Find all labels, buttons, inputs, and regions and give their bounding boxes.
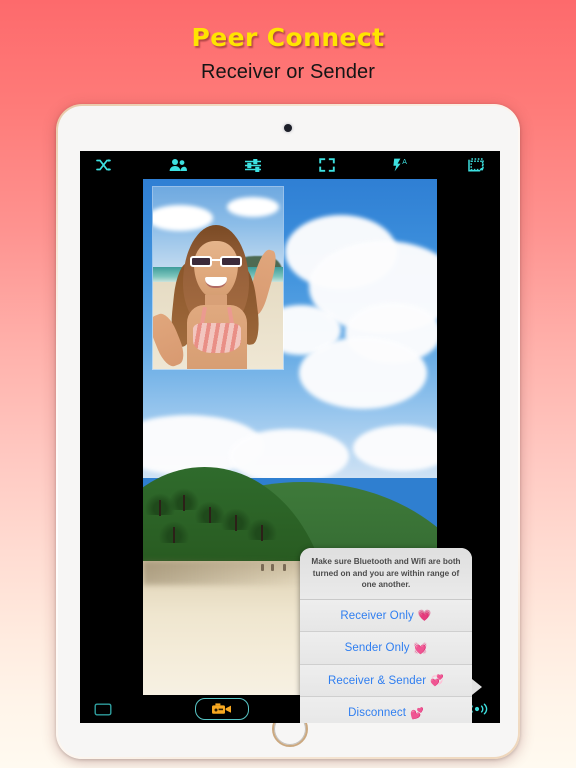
top-toolbar: A: [80, 151, 500, 179]
sliders-icon[interactable]: [241, 155, 265, 175]
sunglasses-icon: [190, 255, 242, 268]
svg-text:A: A: [402, 159, 407, 166]
hearts-revolving-icon: 💞: [430, 675, 445, 688]
tablet-device-frame: A Make sure Bluetooth and Wifi are both …: [56, 104, 520, 759]
camcorder-button[interactable]: [195, 698, 250, 720]
action-sheet-item-label: Receiver Only: [340, 609, 414, 622]
crop-select-icon[interactable]: [464, 155, 488, 175]
action-sheet-item-receiver-only[interactable]: Receiver Only 💗: [300, 599, 472, 633]
flash-auto-icon[interactable]: A: [390, 155, 414, 175]
heart-growing-icon: 💗: [417, 610, 432, 623]
people-icon[interactable]: [166, 155, 190, 175]
shuffle-icon[interactable]: [92, 155, 116, 175]
photo-frame-icon[interactable]: [92, 699, 114, 719]
person-subject: [153, 219, 280, 369]
tablet-bezel: A Make sure Bluetooth and Wifi are both …: [58, 106, 518, 757]
page-title: Peer Connect: [191, 23, 385, 52]
action-sheet-item-label: Receiver & Sender: [327, 674, 427, 687]
page-subtitle: Receiver or Sender: [200, 60, 376, 83]
action-sheet-item-label: Disconnect: [348, 707, 407, 720]
action-sheet-item-receiver-and-sender[interactable]: Receiver & Sender 💞: [300, 664, 472, 698]
app-screen: A Make sure Bluetooth and Wifi are both …: [80, 151, 500, 723]
action-sheet-header: Make sure Bluetooth and Wifi are both tu…: [300, 548, 472, 600]
focus-frame-icon[interactable]: [315, 155, 339, 175]
action-sheet: Make sure Bluetooth and Wifi are both tu…: [300, 548, 472, 723]
action-sheet-item-sender-only[interactable]: Sender Only 💓: [300, 632, 472, 665]
front-camera-icon: [284, 124, 292, 132]
action-sheet-item-label: Sender Only: [344, 642, 410, 655]
heart-beating-icon: 💓: [413, 642, 428, 655]
action-sheet-pointer: [472, 679, 482, 695]
action-sheet-item-disconnect[interactable]: Disconnect 💕: [300, 697, 472, 723]
camcorder-icon: [212, 703, 232, 714]
promo-header: Peer Connect Receiver or Sender: [0, 0, 576, 83]
pip-photo[interactable]: [153, 187, 283, 369]
two-hearts-icon: 💕: [410, 707, 424, 720]
